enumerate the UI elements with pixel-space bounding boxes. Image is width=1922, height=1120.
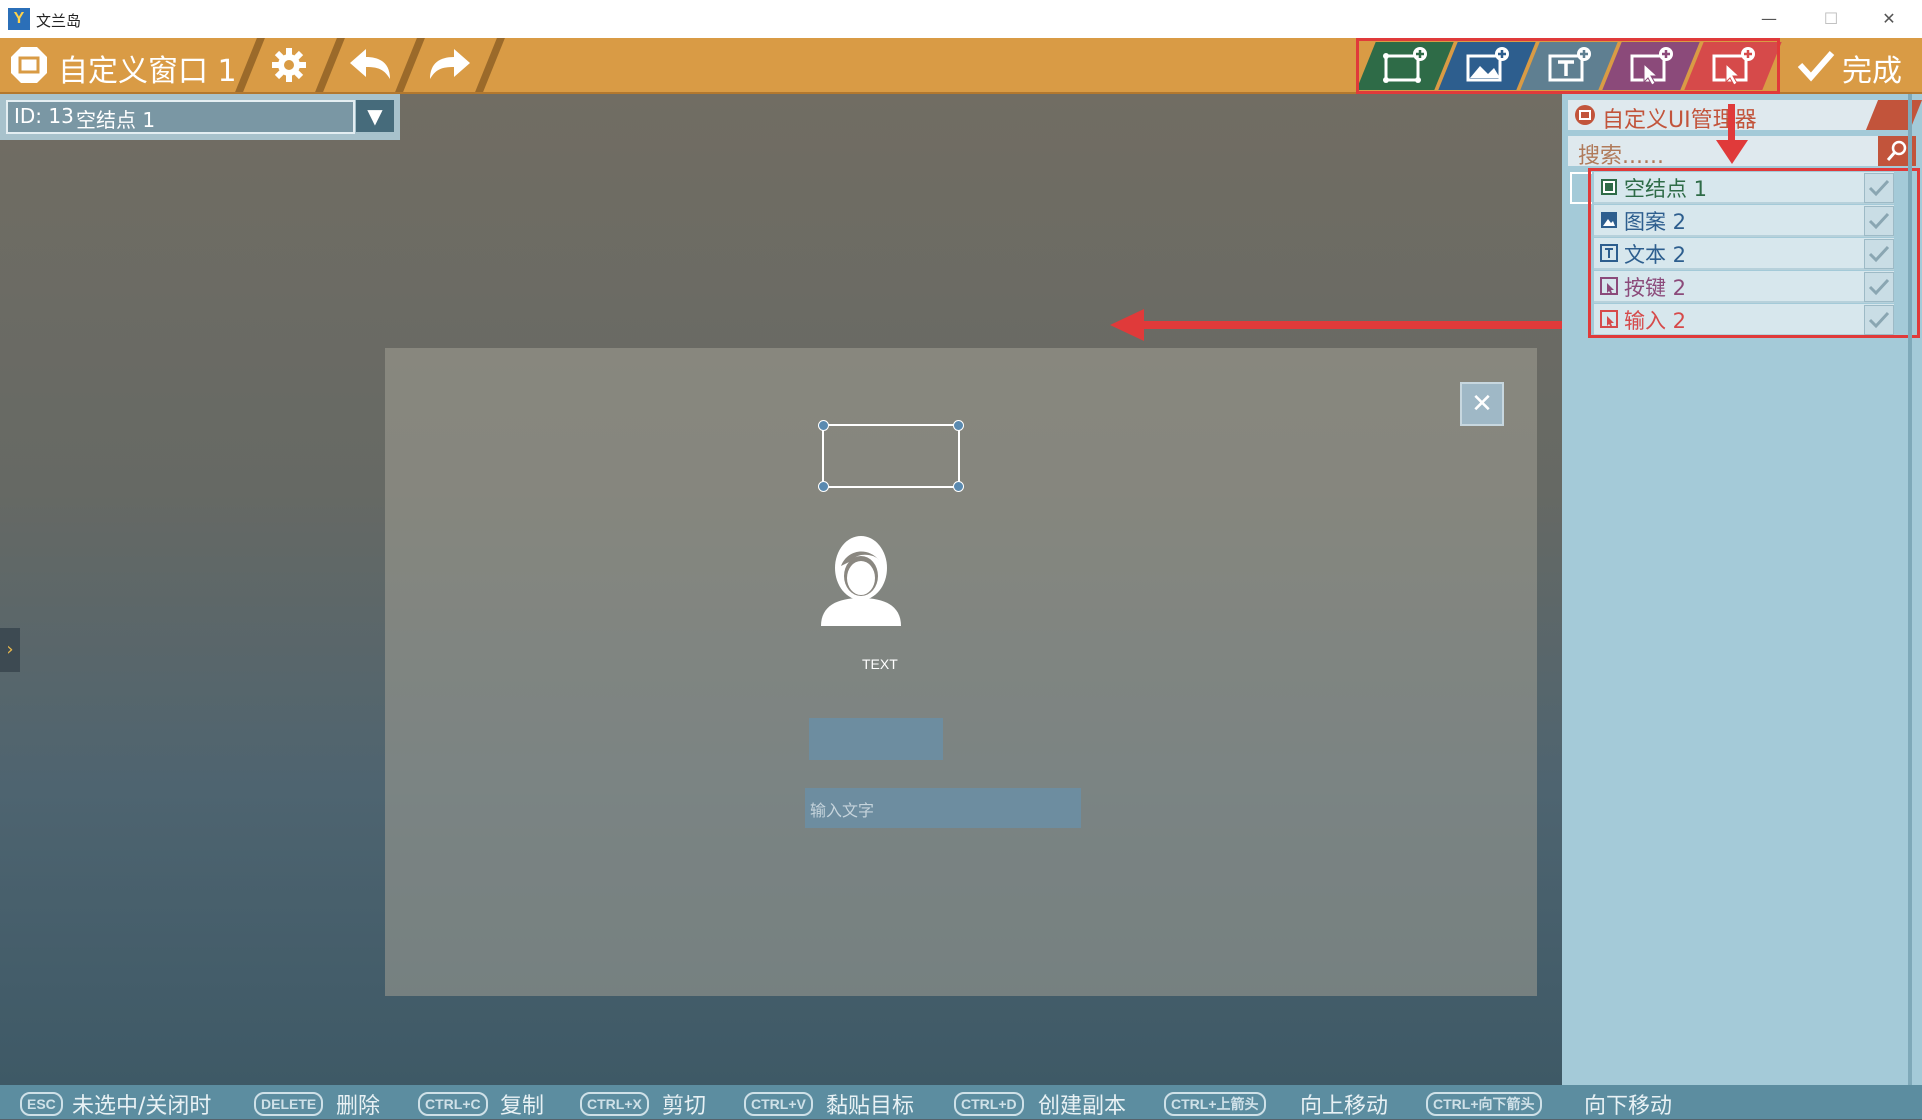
undo-icon bbox=[350, 49, 390, 79]
toolbar-divider bbox=[395, 38, 425, 92]
done-check-icon bbox=[1794, 38, 1838, 92]
redo-button[interactable] bbox=[424, 38, 476, 92]
text-element[interactable]: TEXT bbox=[862, 656, 898, 672]
shortcut-desc: 向上移动 bbox=[1300, 1094, 1389, 1119]
input-element[interactable]: 输入文字 bbox=[805, 788, 1081, 828]
node-id-bar: ID: 13 空结点 1 ▼ bbox=[0, 94, 400, 140]
annotation-arrow-head bbox=[1110, 309, 1144, 341]
panel-close-button[interactable]: ✕ bbox=[1460, 382, 1504, 426]
node-selector-field[interactable]: ID: 13 空结点 1 bbox=[6, 100, 355, 134]
window-name[interactable]: 自定义窗口 1 bbox=[58, 46, 237, 90]
settings-icon bbox=[272, 48, 306, 82]
search-icon bbox=[1886, 140, 1907, 161]
undo-button[interactable] bbox=[344, 38, 396, 92]
shortcut-key: CTRL+向下箭头 bbox=[1426, 1092, 1542, 1116]
window-title: 文兰岛 bbox=[36, 12, 82, 30]
shortcut-desc: 黏贴目标 bbox=[826, 1094, 915, 1119]
shortcut-desc: 创建副本 bbox=[1038, 1094, 1127, 1119]
resize-handle[interactable] bbox=[953, 420, 964, 431]
shortcut-desc: 删除 bbox=[336, 1094, 381, 1119]
manager-header: 自定义UI管理器 bbox=[1568, 100, 1878, 133]
input-placeholder: 输入文字 bbox=[810, 801, 875, 820]
app-logo-icon: Y bbox=[8, 8, 30, 30]
shortcut-key: CTRL+D bbox=[954, 1092, 1024, 1116]
shortcut-key: CTRL+X bbox=[580, 1092, 649, 1116]
settings-button[interactable] bbox=[264, 38, 314, 92]
resize-handle[interactable] bbox=[818, 420, 829, 431]
node-list-highlight bbox=[1588, 168, 1920, 338]
toolbar-divider bbox=[235, 38, 265, 92]
annotation-arrow-shaft bbox=[1140, 321, 1586, 329]
shortcut-key: CTRL+上箭头 bbox=[1164, 1092, 1266, 1116]
maximize-button[interactable]: ☐ bbox=[1808, 6, 1854, 32]
shortcut-desc: 未选中/关闭时 bbox=[72, 1094, 212, 1119]
window-icon bbox=[6, 38, 52, 92]
search-placeholder: 搜索...... bbox=[1578, 144, 1664, 169]
button-element[interactable] bbox=[809, 718, 943, 760]
empty-node-selection[interactable] bbox=[818, 420, 964, 492]
shortcut-key: CTRL+V bbox=[744, 1092, 813, 1116]
title-bar: Y 文兰岛 — ☐ ✕ bbox=[0, 0, 1922, 39]
minimize-button[interactable]: — bbox=[1746, 6, 1792, 32]
manager-icon bbox=[1575, 105, 1595, 125]
design-canvas[interactable]: › TEXT 输入文字 ✕ bbox=[0, 94, 1586, 1085]
shortcut-desc: 复制 bbox=[500, 1094, 545, 1119]
toolbar-divider bbox=[315, 38, 345, 92]
shortcut-key: ESC bbox=[20, 1092, 63, 1116]
annotation-arrow-head bbox=[1716, 140, 1748, 164]
avatar-icon[interactable] bbox=[817, 526, 905, 634]
node-id-label: ID: 13 bbox=[14, 104, 74, 128]
toolbar-divider bbox=[475, 38, 505, 92]
node-dropdown-button[interactable]: ▼ bbox=[356, 100, 394, 132]
manager-scrollbar[interactable] bbox=[1908, 94, 1912, 1085]
side-panel-toggle[interactable]: › bbox=[0, 628, 20, 672]
shortcut-key: DELETE bbox=[254, 1092, 324, 1116]
custom-window-panel[interactable]: TEXT 输入文字 ✕ bbox=[385, 348, 1537, 996]
ui-manager-panel: 自定义UI管理器 搜索...... 空结点 1 图案 2 文本 2 按键 2 输… bbox=[1562, 94, 1922, 1085]
annotation-arrow-shaft bbox=[1728, 104, 1735, 144]
done-button[interactable]: 完成 bbox=[1842, 46, 1902, 90]
shortcut-bar: ESC 未选中/关闭时 DELETE 删除 CTRL+C 复制 CTRL+X 剪… bbox=[0, 1085, 1922, 1119]
node-name: 空结点 1 bbox=[76, 108, 156, 132]
shortcut-desc: 向下移动 bbox=[1584, 1094, 1673, 1119]
toolbar: 自定义窗口 1 完成 bbox=[0, 38, 1922, 95]
resize-handle[interactable] bbox=[818, 481, 829, 492]
shortcut-key: CTRL+C bbox=[418, 1092, 488, 1116]
redo-icon bbox=[430, 49, 470, 79]
close-window-button[interactable]: ✕ bbox=[1866, 6, 1912, 32]
add-buttons-highlight bbox=[1356, 38, 1780, 94]
resize-handle[interactable] bbox=[953, 481, 964, 492]
shortcut-desc: 剪切 bbox=[662, 1094, 707, 1119]
